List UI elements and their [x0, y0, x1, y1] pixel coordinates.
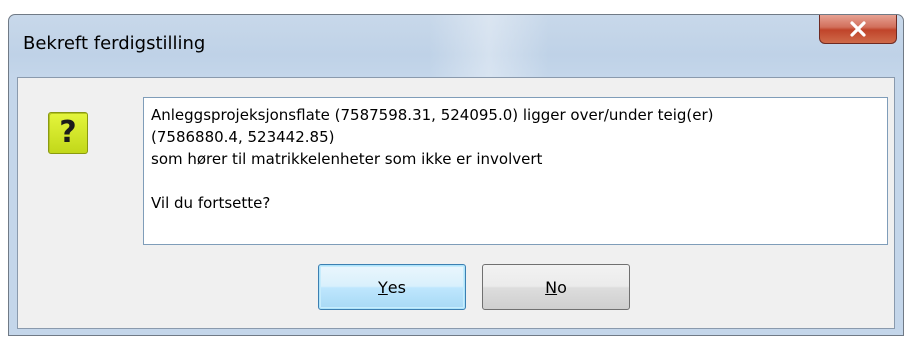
- dialog-content: ? Anleggsprojeksjonsflate (7587598.31, 5…: [17, 77, 895, 329]
- no-button[interactable]: No: [482, 264, 630, 310]
- title-bar[interactable]: Bekreft ferdigstilling: [9, 15, 903, 77]
- close-icon: [850, 20, 866, 37]
- no-button-label: o: [557, 277, 567, 297]
- window-title: Bekreft ferdigstilling: [23, 33, 206, 54]
- close-button[interactable]: [819, 15, 897, 44]
- yes-button-label: es: [387, 277, 406, 297]
- question-icon: ?: [48, 112, 88, 154]
- no-button-mnemonic: N: [545, 277, 558, 297]
- message-line-1: Anleggsprojeksjonsflate (7587598.31, 524…: [151, 106, 714, 124]
- yes-button[interactable]: Yes: [318, 264, 466, 310]
- question-glyph: ?: [59, 115, 77, 150]
- message-line-4: [151, 170, 881, 192]
- yes-button-mnemonic: Y: [378, 277, 388, 297]
- message-line-5: Vil du fortsette?: [151, 194, 271, 212]
- confirm-dialog: Bekreft ferdigstilling ? Anleggsprojeksj…: [8, 14, 904, 336]
- message-line-3: som hører til matrikkelenheter som ikke …: [151, 150, 543, 168]
- message-box: Anleggsprojeksjonsflate (7587598.31, 524…: [143, 97, 888, 245]
- message-line-2: (7586880.4, 523442.85): [151, 128, 335, 146]
